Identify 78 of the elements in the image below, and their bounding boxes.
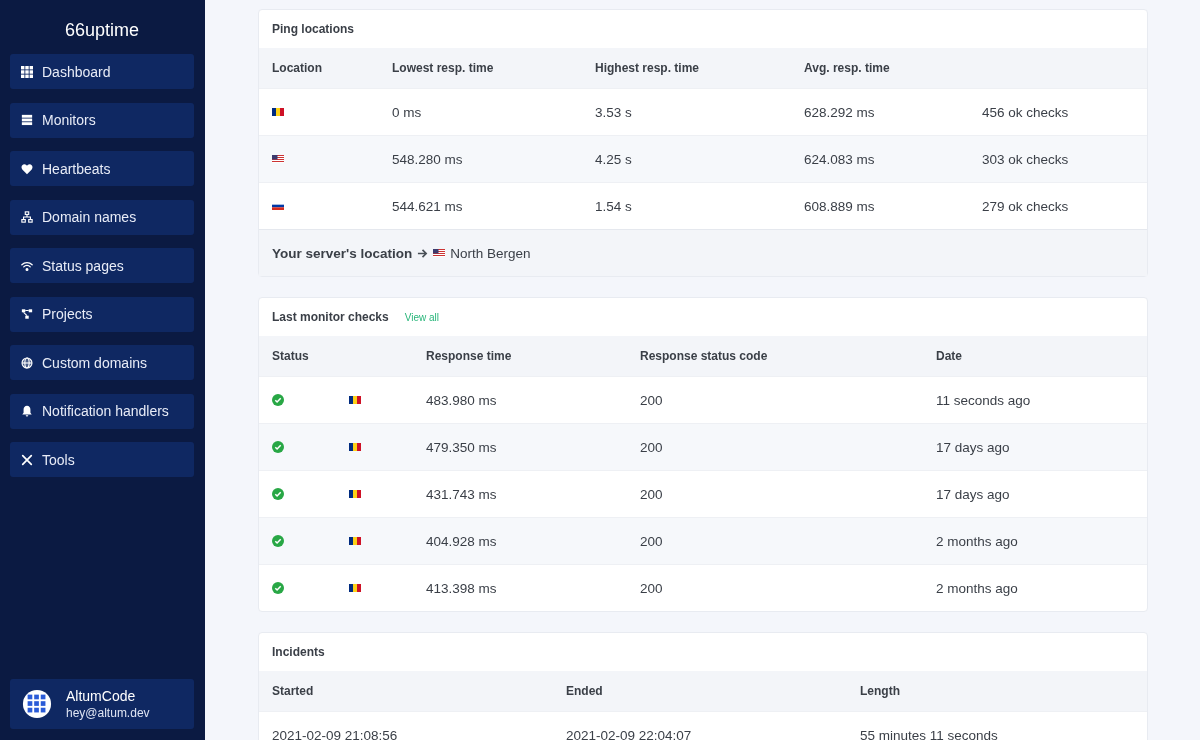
grid-icon [21,65,33,78]
table-cell-text: 413.398 ms [426,580,498,596]
sidebar-item[interactable]: Monitors [10,102,194,138]
table-cell-text: 483.980 ms [426,392,498,408]
table-cell-text: 0 ms [392,104,423,120]
user-card[interactable]: AltumCode hey@altum.dev [10,679,194,729]
column-header: Response status code [640,349,769,363]
column-header: Status [272,349,310,363]
table-cell-text: 200 [640,439,664,455]
flag-icon [349,396,361,404]
table-cell-text: 17 days ago [936,439,1011,455]
table-cell-text: 608.889 ms [804,198,876,214]
column-header: Highest resp. time [595,61,701,75]
sidebar-item[interactable]: Status pages [10,248,194,283]
flag-icon [349,537,361,545]
sidebar-item[interactable]: Domain names [10,199,194,235]
table-cell-text: 200 [640,486,664,502]
server-city: North Bergen [450,245,531,261]
heart-icon [21,162,33,175]
arrow-icon [417,247,429,259]
table-cell-text: 4.25 s [595,151,633,167]
table-cell-text: 17 days ago [936,486,1011,502]
avatar-icon [22,689,52,719]
card-title: Ping locations [272,22,354,36]
column-header: Avg. resp. time [804,61,891,75]
column-header: Location [272,61,323,75]
sidebar-item[interactable]: Dashboard [10,54,194,89]
sitemap-icon [21,211,33,223]
column-header: Date [936,349,963,363]
table-cell-text: 628.292 ms [804,104,876,120]
flag-icon [272,108,284,116]
table-cell-text: 303 ok checks [982,151,1070,167]
table-cell-text: 479.350 ms [426,439,498,455]
table-cell-text: 11 seconds ago [936,392,1032,408]
flag-icon [433,249,446,257]
table-cell-text: 3.53 s [595,104,633,120]
sidebar-item[interactable]: Notification handlers [10,393,194,429]
sidebar-item[interactable]: Tools [10,442,194,477]
column-header: Response time [426,349,513,363]
wifi-icon [21,259,33,272]
table-cell-text: 456 ok checks [982,104,1070,120]
table-cell-text: 2021-02-09 21:08:56 [272,727,399,740]
sidebar-item[interactable]: Custom domains [10,345,194,380]
sidebar-item[interactable]: Projects [10,296,194,332]
table-cell-text: 404.928 ms [426,533,498,549]
project-icon [21,308,33,320]
column-header: Length [860,684,901,698]
table-cell-text: 279 ok checks [982,198,1070,214]
table-cell-text: 2 months ago [936,533,1019,549]
table-cell-text: 624.083 ms [804,151,876,167]
globe-icon [21,356,33,369]
table-cell-text: 1.54 s [595,198,633,214]
table-cell-text: 548.280 ms [392,151,464,167]
bell-icon [21,405,33,417]
table-cell-text: 2021-02-09 22:04:07 [566,727,693,740]
card-title: Incidents [272,645,325,659]
user-name: AltumCode [66,688,137,704]
table-cell-text: 55 minutes 11 seconds [860,727,999,740]
flag-icon [272,155,284,163]
table-cell-text: 2 months ago [936,580,1019,596]
card-title: Last monitor checks [272,310,389,324]
table-cell-text: 431.743 ms [426,486,498,502]
flag-icon [349,490,361,498]
server-location-label: Your server's location [272,245,413,261]
column-header: Lowest resp. time [392,61,495,75]
column-header: Started [272,684,315,698]
brand-name[interactable]: 66uptime [10,0,194,54]
column-header: Ended [566,684,604,698]
server-icon [21,114,33,126]
table-cell-text: 200 [640,392,664,408]
flag-icon [272,202,284,210]
table-cell-text: 200 [640,533,664,549]
table-cell-text: 544.621 ms [392,198,464,214]
flag-icon [349,443,361,451]
table-cell-text: 200 [640,580,664,596]
sidebar-item[interactable]: Heartbeats [10,151,194,186]
user-email: hey@altum.dev [66,706,150,720]
flag-icon [349,584,361,592]
